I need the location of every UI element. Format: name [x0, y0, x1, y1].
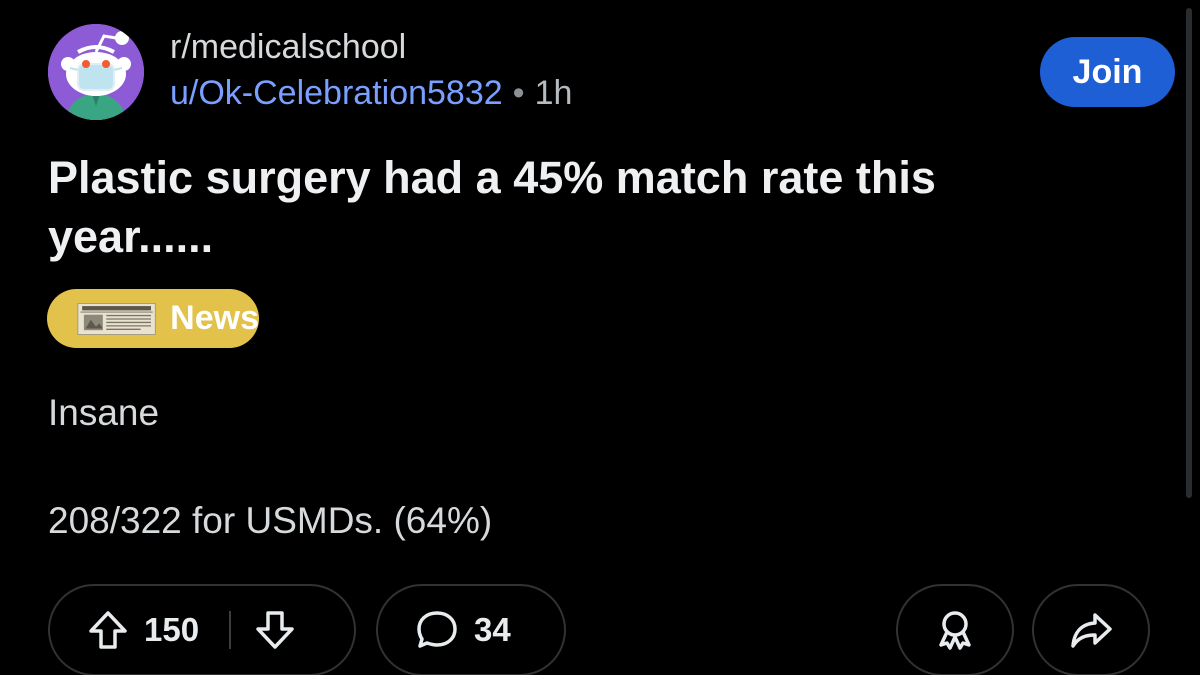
post-card: r/medicalschool u/Ok-Celebration5832 • 1h … — [0, 0, 1200, 675]
post-meta: u/Ok-Celebration5832 • 1h — [170, 74, 572, 113]
subreddit-name[interactable]: r/medicalschool — [170, 28, 406, 67]
scrollbar[interactable] — [1186, 8, 1192, 498]
comment-count: 34 — [474, 611, 511, 648]
reddit-nurse-avatar-icon — [48, 24, 144, 120]
upvote-count: 150 — [144, 611, 200, 648]
post-body-line: 208/322 for USMDs. (64%) — [48, 500, 493, 541]
post-title[interactable]: Plastic surgery had a 45% match rate thi… — [48, 148, 1048, 266]
comment-bubble-icon — [414, 607, 460, 653]
share-button[interactable] — [1032, 584, 1150, 675]
post-time: 1h — [534, 74, 573, 112]
vote-bar: 150 — [48, 584, 356, 675]
upvote-arrow-icon[interactable] — [86, 608, 130, 652]
post-flair[interactable]: News — [47, 289, 259, 348]
comments-button[interactable]: 34 — [376, 584, 566, 675]
subreddit-avatar-icon[interactable] — [48, 24, 144, 120]
post-body-line: Insane — [48, 392, 160, 433]
join-button[interactable]: Join — [1040, 37, 1175, 107]
downvote-arrow-icon[interactable] — [253, 608, 297, 652]
share-arrow-icon — [1068, 607, 1114, 653]
award-button[interactable] — [896, 584, 1014, 675]
newspaper-icon — [77, 302, 156, 335]
author-username[interactable]: u/Ok-Celebration5832 — [170, 74, 503, 112]
flair-label: News — [170, 299, 259, 337]
award-icon — [932, 607, 978, 653]
vote-divider — [229, 611, 232, 649]
meta-separator: • — [512, 74, 525, 112]
